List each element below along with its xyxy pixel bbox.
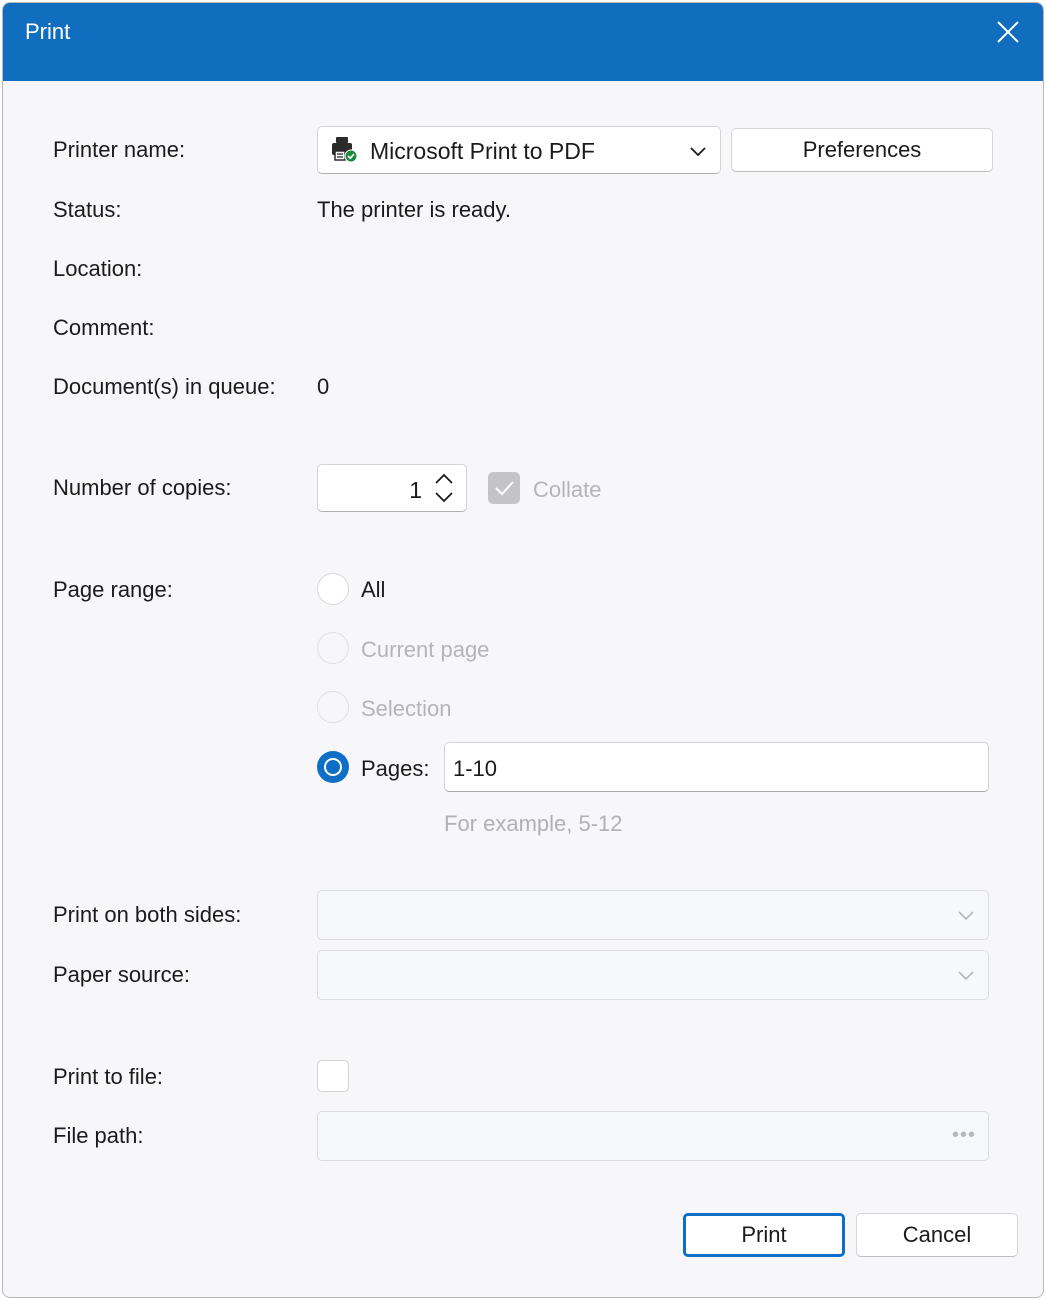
radio-pages-label: Pages: [361,756,430,781]
paper-source-select[interactable] [317,950,989,1000]
selected-printer: Microsoft Print to PDF [370,138,595,164]
collate-label: Collate [533,477,602,502]
radio-all[interactable] [317,573,349,605]
radio-selection-label: Selection [361,696,452,721]
chevron-down-icon [690,147,706,157]
print-to-file-label: Print to file: [53,1064,164,1089]
print-dialog: Print Printer name: Microsoft Print to P… [2,2,1044,1298]
queue-value: 0 [317,374,330,399]
pages-input-value: 1-10 [453,756,498,781]
file-path-label: File path: [53,1123,144,1148]
radio-current-page[interactable] [317,632,349,664]
copies-spinner[interactable]: 1 [317,464,467,512]
copies-label: Number of copies: [53,475,232,500]
location-label: Location: [53,256,143,281]
preferences-button[interactable]: Preferences [731,128,993,172]
status-value: The printer is ready. [317,197,512,222]
close-icon [997,21,1019,43]
paper-source-label: Paper source: [53,962,190,987]
cancel-button[interactable]: Cancel [856,1213,1018,1257]
page-range-label: Page range: [53,577,173,602]
file-path-input[interactable]: ••• [317,1111,989,1161]
more-icon[interactable]: ••• [952,1124,976,1147]
title-bar: Print [3,3,1043,81]
print-to-file-checkbox[interactable] [317,1060,349,1092]
comment-label: Comment: [53,315,155,340]
close-button[interactable] [993,17,1023,47]
duplex-select[interactable] [317,890,989,940]
copies-value: 1 [409,477,422,503]
chevron-down-icon [958,911,974,921]
pages-input[interactable]: 1-10 [444,742,989,792]
print-button[interactable]: Print [683,1213,845,1257]
window-title: Print [25,19,71,44]
radio-all-label: All [361,577,386,602]
radio-current-page-label: Current page [361,637,490,662]
chevron-down-icon [958,971,974,981]
queue-label: Document(s) in queue: [53,374,276,399]
radio-selection[interactable] [317,691,349,723]
printer-name-label: Printer name: [53,137,186,162]
checkmark-icon [495,481,514,496]
status-label: Status: [53,197,122,222]
radio-pages[interactable] [317,751,349,783]
printer-ready-icon [332,137,358,163]
printer-select[interactable]: Microsoft Print to PDF [317,126,721,174]
spin-arrows-icon[interactable] [432,471,456,505]
pages-hint: For example, 5-12 [444,811,623,836]
duplex-label: Print on both sides: [53,902,242,927]
collate-checkbox[interactable] [488,472,520,504]
